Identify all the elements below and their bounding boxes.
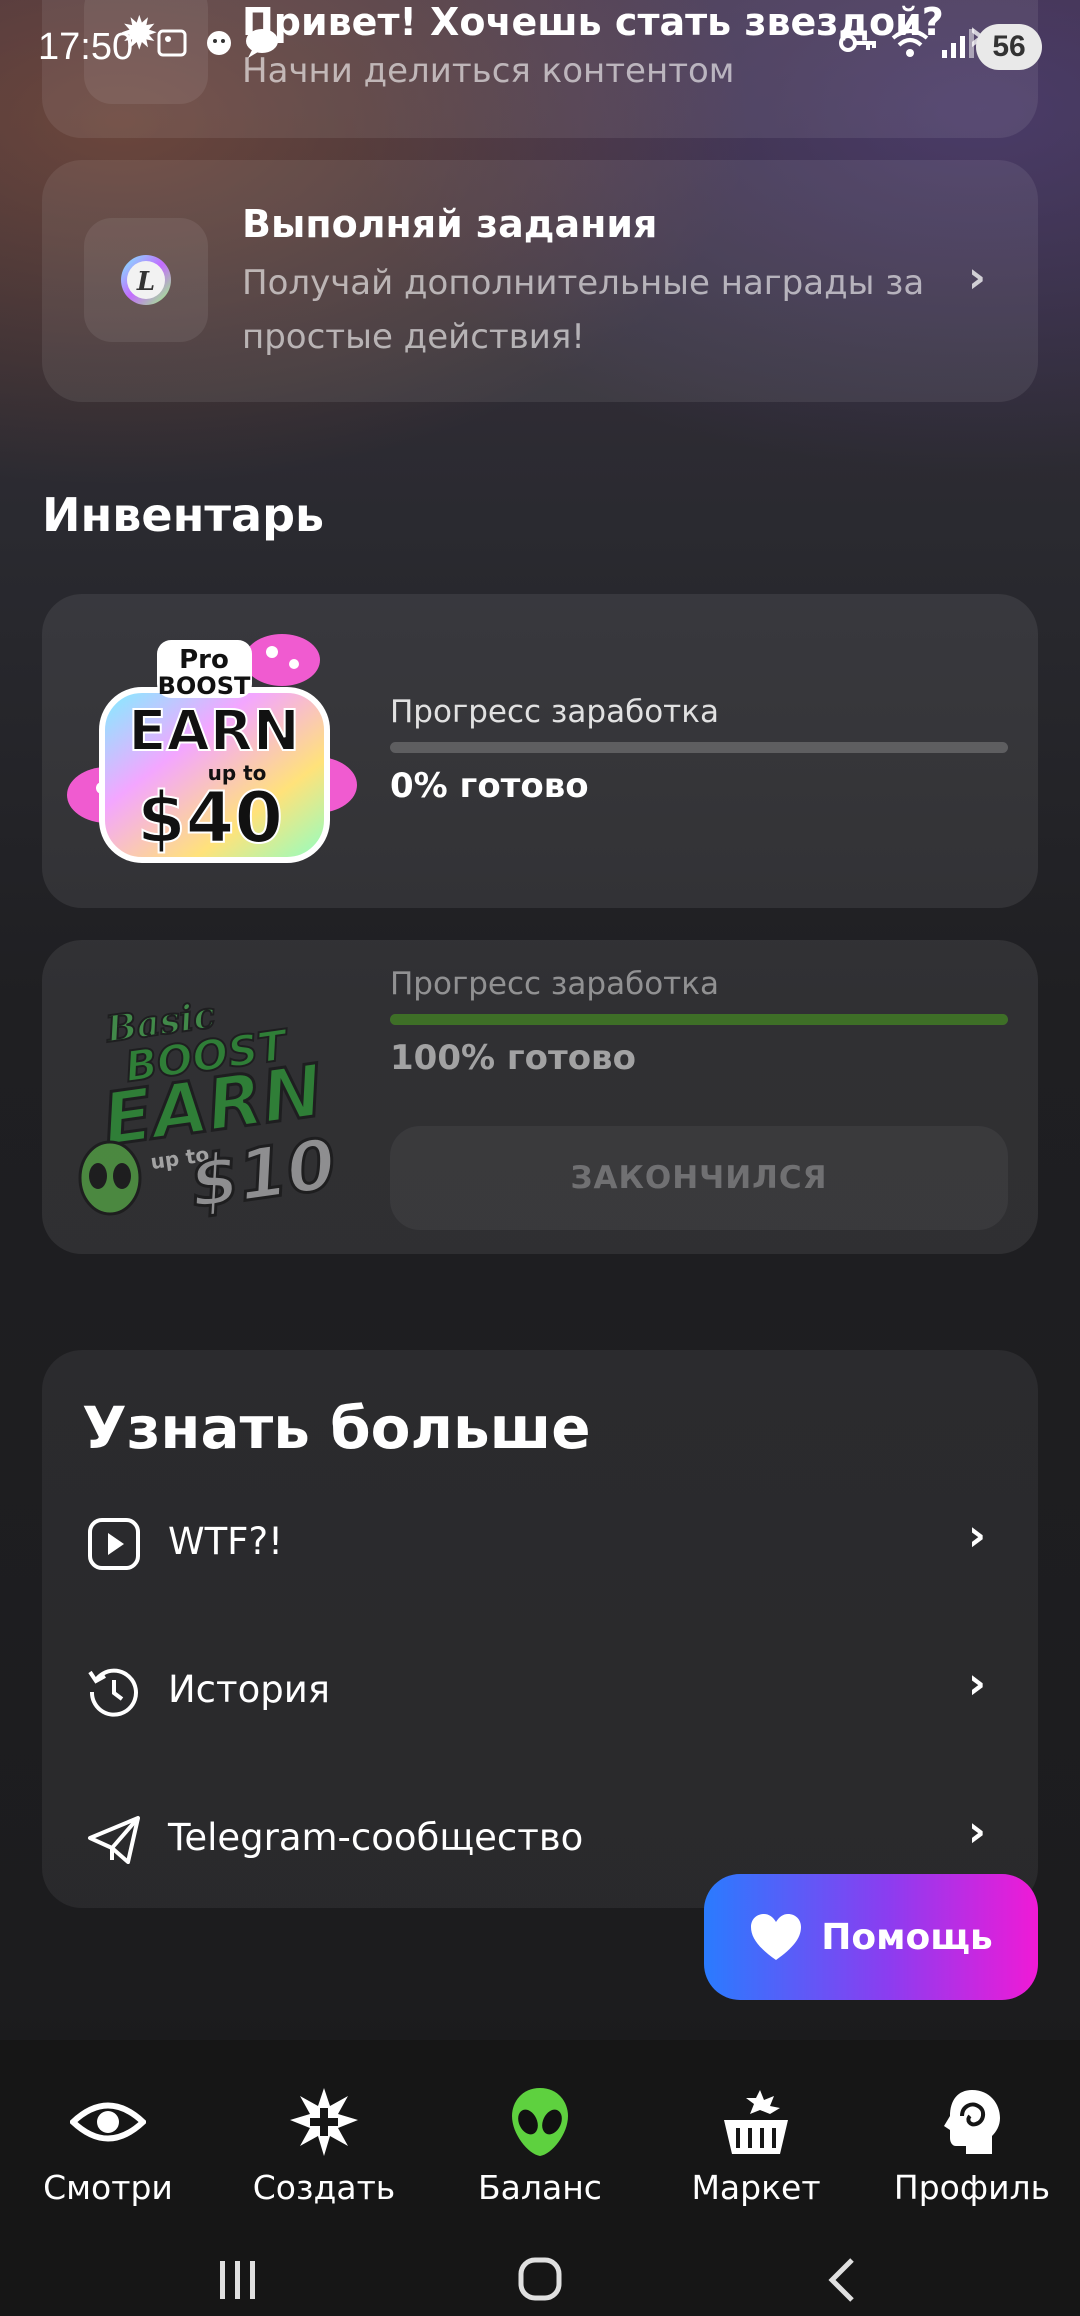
sticker-earn-text: EARN bbox=[128, 699, 300, 764]
pro-boost-sticker-image: Pro BOOST EARN up to $40 bbox=[67, 634, 357, 863]
create-icon bbox=[290, 2088, 358, 2156]
battery-badge: 56 bbox=[976, 24, 1042, 70]
wifi-icon bbox=[890, 26, 930, 69]
back-button[interactable] bbox=[822, 2255, 862, 2315]
progress-track bbox=[390, 742, 1008, 753]
nav-watch[interactable]: Смотри bbox=[0, 2082, 216, 2207]
chevron-right-icon: › bbox=[967, 1510, 986, 1561]
sticker-pro-text: Pro bbox=[179, 645, 229, 675]
nav-label: Создать bbox=[252, 2168, 396, 2207]
sticker-boost-text: BOOST bbox=[158, 672, 251, 700]
nav-market[interactable]: Маркет bbox=[648, 2082, 864, 2207]
chat-notification-icon bbox=[244, 26, 280, 69]
chevron-right-icon: › bbox=[967, 1806, 986, 1857]
vpn-key-icon bbox=[838, 26, 878, 69]
home-button[interactable] bbox=[516, 2255, 566, 2315]
basic-boost-sticker-image: Basic BOOST EARN up to $10 bbox=[78, 993, 342, 1226]
learn-item-label: WTF?! bbox=[168, 1520, 283, 1563]
nav-label: Маркет bbox=[691, 2168, 821, 2207]
tasks-title: Выполняй задания bbox=[242, 202, 658, 246]
eye-icon bbox=[70, 2102, 146, 2142]
nav-label: Смотри bbox=[43, 2168, 173, 2207]
gallery-notification-icon bbox=[156, 26, 190, 69]
learn-item-label: История bbox=[168, 1668, 331, 1711]
sparkle-notification-icon: ✹ bbox=[120, 6, 159, 60]
alien-icon bbox=[512, 2088, 568, 2156]
learn-item-history[interactable]: История › bbox=[42, 1630, 1038, 1750]
learn-item-wtf[interactable]: WTF?! › bbox=[42, 1482, 1038, 1602]
profile-icon bbox=[944, 2090, 1000, 2154]
progress-percent-text: 100% готово bbox=[390, 1038, 636, 1078]
bottom-nav: Смотри Создать Баланс Маркет Профиль bbox=[0, 2040, 1080, 2316]
nav-balance[interactable]: Баланс bbox=[432, 2082, 648, 2207]
learn-item-label: Telegram-сообщество bbox=[168, 1816, 584, 1859]
nav-profile[interactable]: Профиль bbox=[864, 2082, 1080, 2207]
recents-button[interactable] bbox=[214, 2255, 262, 2315]
signal-icon bbox=[940, 26, 976, 69]
heart-icon bbox=[751, 1914, 802, 1960]
play-icon bbox=[88, 1518, 140, 1570]
coin-icon: L bbox=[84, 218, 208, 342]
basket-icon bbox=[724, 2090, 788, 2154]
tasks-subtitle: Получай дополнительные награды за просты… bbox=[242, 263, 925, 357]
telegram-icon bbox=[88, 1816, 140, 1864]
progress-track bbox=[390, 1014, 1008, 1025]
tasks-card[interactable]: L Выполняй задания Получай дополнительны… bbox=[42, 160, 1038, 402]
nav-label: Профиль bbox=[893, 2168, 1051, 2207]
nav-create[interactable]: Создать bbox=[216, 2082, 432, 2207]
chevron-right-icon: › bbox=[967, 1658, 986, 1709]
app-notification-icon bbox=[204, 26, 234, 69]
chevron-right-icon: › bbox=[967, 252, 986, 303]
history-icon bbox=[88, 1668, 138, 1717]
ended-button[interactable]: ЗАКОНЧИЛСЯ bbox=[390, 1126, 1008, 1230]
inventory-item-basic[interactable]: Basic BOOST EARN up to $10 Прогресс зара… bbox=[42, 940, 1038, 1254]
learn-more-title: Узнать больше bbox=[82, 1394, 591, 1462]
svg-text:L: L bbox=[136, 267, 155, 297]
progress-label: Прогресс заработка bbox=[390, 694, 719, 730]
progress-percent-text: 0% готово bbox=[390, 766, 589, 806]
status-time: 17:50 bbox=[38, 26, 134, 68]
help-button[interactable]: Помощь bbox=[704, 1874, 1038, 2000]
inventory-item-pro[interactable]: Pro BOOST EARN up to $40 Прогресс зарабо… bbox=[42, 594, 1038, 908]
sticker-amount-text: $40 bbox=[137, 777, 283, 859]
inventory-title: Инвентарь bbox=[42, 488, 325, 542]
nav-label: Баланс bbox=[478, 2168, 602, 2207]
progress-label: Прогресс заработка bbox=[390, 966, 719, 1002]
help-button-label: Помощь bbox=[821, 1916, 993, 1958]
status-bar: 17:50 ✹ 56 bbox=[0, 0, 1080, 100]
progress-fill bbox=[390, 1014, 1008, 1025]
